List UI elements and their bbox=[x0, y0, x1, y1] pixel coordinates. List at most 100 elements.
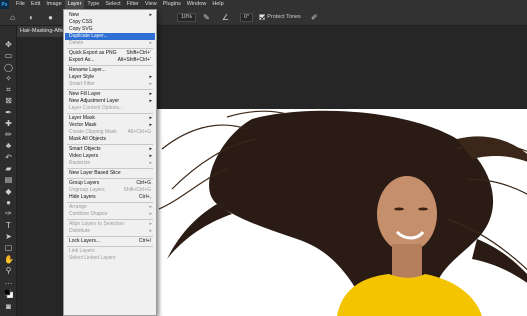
submenu-arrow-icon: ▸ bbox=[149, 98, 152, 104]
portrait-photo bbox=[158, 110, 527, 316]
menu-item-smart-objects[interactable]: Smart Objects ▸ bbox=[65, 146, 155, 153]
menu-item-link-layers: Link Layers bbox=[65, 248, 155, 255]
menu-item-new[interactable]: New ▸ bbox=[65, 12, 155, 19]
menu-separator bbox=[67, 65, 153, 66]
menu-item-arrange: Arrange ▸ bbox=[65, 204, 155, 211]
tool-preset-icon[interactable]: ◐ bbox=[27, 13, 36, 22]
menu-select[interactable]: Select bbox=[102, 0, 123, 9]
menu-item-label: Copy CSS bbox=[69, 19, 93, 25]
menu-item-label: Group Layers bbox=[69, 180, 100, 186]
zoom-tool-icon[interactable]: ⚲ bbox=[4, 266, 13, 275]
menu-item-label: Layer Style bbox=[69, 74, 95, 80]
menu-item-copy-svg[interactable]: Copy SVG bbox=[65, 26, 155, 33]
menu-item-label: Smart Objects bbox=[69, 146, 101, 152]
eyedropper-tool-icon[interactable]: ✒ bbox=[4, 108, 13, 117]
menu-item-label: Quick Export as PNG bbox=[69, 50, 117, 56]
submenu-arrow-icon: ▸ bbox=[149, 81, 152, 87]
menu-type[interactable]: Type bbox=[84, 0, 102, 9]
gradient-tool-icon[interactable]: ▤ bbox=[4, 175, 13, 184]
menu-item-align-layers-to-selection: Align Layers to Selection ▸ bbox=[65, 221, 155, 228]
more-tools-icon[interactable]: … bbox=[4, 277, 13, 286]
lasso-tool-icon[interactable]: ◯ bbox=[4, 63, 13, 72]
path-selection-tool-icon[interactable]: ➤ bbox=[4, 232, 13, 241]
menu-item-copy-css[interactable]: Copy CSS bbox=[65, 19, 155, 26]
menu-item-label: New Adjustment Layer bbox=[69, 98, 120, 104]
menu-separator bbox=[67, 236, 153, 237]
move-tool-icon[interactable]: ✥ bbox=[4, 40, 13, 49]
hand-tool-icon[interactable]: ✋ bbox=[4, 255, 14, 264]
menu-item-label: New Fill Layer bbox=[69, 91, 101, 97]
menu-item-hide-layers[interactable]: Hide Layers Ctrl+, bbox=[65, 194, 155, 201]
menu-window[interactable]: Window bbox=[184, 0, 210, 9]
menu-item-label: Mask All Objects bbox=[69, 136, 106, 142]
home-icon[interactable]: ⌂ bbox=[8, 13, 17, 22]
menu-item-mask-all-objects[interactable]: Mask All Objects bbox=[65, 136, 155, 143]
menu-item-select-linked-layers: Select Linked Layers bbox=[65, 255, 155, 262]
menu-item-new-adjustment-layer[interactable]: New Adjustment Layer ▸ bbox=[65, 98, 155, 105]
menu-item-label: Combine Shapes bbox=[69, 211, 108, 217]
menu-item-lock-layers[interactable]: Lock Layers... Ctrl+/ bbox=[65, 238, 155, 245]
protect-tones-checkbox[interactable] bbox=[259, 14, 266, 20]
menu-separator bbox=[67, 168, 153, 169]
menu-filter[interactable]: Filter bbox=[124, 0, 142, 9]
airbrush-icon[interactable]: ✎ bbox=[202, 13, 211, 22]
dodge-tool-icon[interactable]: ● bbox=[4, 198, 13, 207]
submenu-arrow-icon: ▸ bbox=[149, 221, 152, 227]
menu-plugins[interactable]: Plugins bbox=[160, 0, 184, 9]
menu-item-group-layers[interactable]: Group Layers Ctrl+G bbox=[65, 180, 155, 187]
artboard-tool-icon[interactable]: ▭ bbox=[4, 51, 13, 60]
menu-edit[interactable]: Edit bbox=[28, 0, 43, 9]
menu-file[interactable]: File bbox=[13, 0, 28, 9]
menu-item-label: Layer Mask bbox=[69, 115, 95, 121]
menu-item-delete: Delete ▸ bbox=[65, 40, 155, 47]
document-tab[interactable]: Hair-Masking-Afte bbox=[17, 26, 67, 37]
menu-layer[interactable]: Layer bbox=[64, 0, 85, 9]
menu-item-create-clipping-mask: Create Clipping Mask Alt+Ctrl+G bbox=[65, 129, 155, 136]
menu-item-new-layer-based-slice[interactable]: New Layer Based Slice bbox=[65, 170, 155, 177]
quick-mask-icon[interactable]: ◙ bbox=[4, 302, 13, 311]
submenu-arrow-icon: ▸ bbox=[149, 115, 152, 121]
menu-separator bbox=[67, 113, 153, 114]
menu-view[interactable]: View bbox=[142, 0, 160, 9]
menu-help[interactable]: Help bbox=[209, 0, 226, 9]
menu-item-shortcut: Shift+Ctrl+' bbox=[126, 50, 151, 56]
eraser-tool-icon[interactable]: ▰ bbox=[4, 164, 13, 173]
layer-menu-dropdown: New ▸ Copy CSS Copy SVG Duplicate Layer... De… bbox=[63, 9, 157, 316]
menu-item-label: Lock Layers... bbox=[69, 238, 101, 244]
type-tool-icon[interactable]: T bbox=[4, 221, 13, 230]
color-swatches-icon[interactable] bbox=[3, 288, 14, 299]
menu-item-vector-mask[interactable]: Vector Mask ▸ bbox=[65, 122, 155, 129]
menu-item-duplicate-layer[interactable]: Duplicate Layer... bbox=[65, 33, 155, 40]
menu-item-smart-filter: Smart Filter ▸ bbox=[65, 81, 155, 88]
menu-item-layer-style[interactable]: Layer Style ▸ bbox=[65, 74, 155, 81]
menu-item-export-as[interactable]: Export As... Alt+Shift+Ctrl+' bbox=[65, 57, 155, 64]
clone-stamp-tool-icon[interactable]: ♣ bbox=[4, 141, 13, 150]
blur-tool-icon[interactable]: ◆ bbox=[4, 187, 13, 196]
menu-image[interactable]: Image bbox=[43, 0, 64, 9]
brush-tool-icon[interactable]: ✏ bbox=[4, 130, 13, 139]
pressure-icon[interactable]: ✐ bbox=[310, 13, 319, 22]
pen-tool-icon[interactable]: ✑ bbox=[4, 209, 13, 218]
submenu-arrow-icon: ▸ bbox=[149, 74, 152, 80]
menu-item-label: Smart Filter bbox=[69, 81, 95, 87]
menu-item-new-fill-layer[interactable]: New Fill Layer ▸ bbox=[65, 91, 155, 98]
menu-item-quick-export-as-png[interactable]: Quick Export as PNG Shift+Ctrl+' bbox=[65, 50, 155, 57]
menu-item-layer-content-options: Layer Content Options... bbox=[65, 105, 155, 112]
image-canvas[interactable] bbox=[157, 109, 527, 316]
spot-healing-tool-icon[interactable]: ✚ bbox=[4, 119, 13, 128]
brush-preset-icon[interactable]: ● bbox=[46, 13, 55, 22]
rectangle-tool-icon[interactable]: ▢ bbox=[4, 243, 13, 252]
crop-tool-icon[interactable]: ⌗ bbox=[4, 85, 13, 94]
menu-item-video-layers[interactable]: Video Layers ▸ bbox=[65, 153, 155, 160]
frame-tool-icon[interactable]: ⊠ bbox=[4, 96, 13, 105]
menu-item-label: New Layer Based Slice bbox=[69, 170, 121, 176]
angle-field[interactable]: 0° bbox=[240, 12, 254, 22]
menu-item-layer-mask[interactable]: Layer Mask ▸ bbox=[65, 115, 155, 122]
history-brush-tool-icon[interactable]: ↶ bbox=[4, 153, 13, 162]
menu-separator bbox=[67, 89, 153, 90]
zoom-field[interactable]: 10% bbox=[177, 12, 197, 22]
quick-selection-tool-icon[interactable]: ✧ bbox=[4, 74, 13, 83]
submenu-arrow-icon: ▸ bbox=[149, 153, 152, 159]
menu-item-rename-layer[interactable]: Rename Layer... bbox=[65, 67, 155, 74]
submenu-arrow-icon: ▸ bbox=[149, 146, 152, 152]
